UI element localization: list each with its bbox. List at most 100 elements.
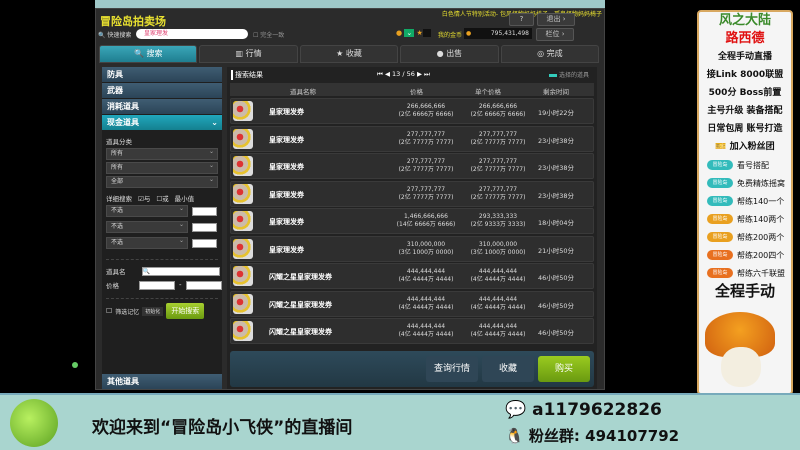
and-label: 与 — [143, 195, 151, 203]
category-consumable[interactable]: 消耗道具 — [102, 99, 222, 114]
tab-search[interactable]: 🔍 搜索 — [99, 45, 198, 63]
unit-price: 277,777,777 (2亿 7777万 7777) — [453, 186, 543, 202]
remaining-time: 18小时04分 — [537, 219, 575, 227]
perk-item: 冒险岛 帮练200四个 — [699, 246, 791, 264]
detail-select-2[interactable]: 不选 — [106, 220, 188, 233]
tab-market[interactable]: ▥ 行情 — [199, 45, 298, 63]
filter-select-3[interactable]: 全部 — [106, 175, 218, 188]
perk-item: 冒险岛 帮练140两个 — [699, 210, 791, 228]
prev-page-button[interactable]: ◀ — [385, 70, 390, 78]
perk-tag: 冒险岛 — [707, 214, 733, 224]
item-name: 闪耀之星皇家理发券 — [269, 328, 332, 336]
buy-button[interactable]: 购买 — [538, 356, 590, 382]
auction-window: 冒险岛拍卖场 白色情人节特别活动- 包风怪物妈妈椅子，孤鬼怪物妈妈椅子 ? 退出… — [95, 8, 605, 390]
memory-checkbox[interactable]: ☐ — [106, 307, 112, 315]
tab-sell[interactable]: ● 出售 — [400, 45, 499, 63]
category-armor[interactable]: 防具 — [102, 67, 222, 82]
legend-swatch — [549, 74, 558, 77]
table-row[interactable]: 皇家理发券 1,466,666,666 (14亿 6666万 6666) 293,… — [230, 208, 594, 234]
quick-search-input[interactable]: 皇家理发 — [136, 29, 248, 39]
table-row[interactable]: 闪耀之星皇家理发券 444,444,444 (4亿 4444万 4444) 444… — [230, 290, 594, 317]
tab-label: 收藏 — [345, 49, 362, 58]
category-cash[interactable]: 现金道具 ⌄ — [102, 115, 222, 130]
tab-complete[interactable]: ◎ 完成 — [500, 45, 600, 63]
perk-text: 帮练140一个 — [737, 196, 785, 206]
price-label: 价格 — [106, 282, 119, 290]
or-label: 或 — [162, 195, 169, 203]
panel-title-1: 风之大陆 — [718, 13, 771, 28]
slot-button[interactable]: 栏位 › — [536, 28, 574, 41]
category-other[interactable]: 其他道具 — [102, 374, 222, 389]
stream-banner: 欢迎来到“冒险岛小飞侠”的直播间 💬 a1179622826 🐧 粉丝群: 49… — [0, 393, 800, 450]
min-input-3[interactable] — [192, 238, 217, 248]
join-fan-club: 🎫 加入粉丝团 — [715, 142, 775, 152]
table-row[interactable]: 皇家理发券 277,777,777 (2亿 7777万 7777) 277,777… — [230, 180, 594, 207]
table-row[interactable]: 闪耀之星皇家理发券 444,444,444 (4亿 4444万 4444) 444… — [230, 318, 594, 344]
tab-bar: 🔍 搜索 ▥ 行情 ★ 收藏 ● 出售 ◎ 完成 — [99, 45, 600, 63]
and-checkbox[interactable]: ☑与 — [138, 193, 150, 203]
header-unit-price[interactable]: 单个价格 — [475, 86, 501, 96]
unit-cn: (4亿 4444万 4444) — [470, 303, 526, 311]
perk-tag: 冒险岛 — [707, 196, 733, 206]
next-page-button[interactable]: ▶ — [417, 70, 422, 78]
perk-item: 冒险岛 帮练200两个 — [699, 228, 791, 246]
table-row[interactable]: 皇家理发券 266,666,666 (2亿 6666万 6666) 266,666… — [230, 98, 594, 124]
start-search-button[interactable]: 开始搜索 — [166, 303, 205, 319]
wechat-icon: 💬 — [505, 400, 527, 420]
favorite-button[interactable]: 收藏 — [482, 356, 534, 382]
perk-item: 冒险岛 看号搭配 — [699, 156, 791, 174]
detail-label: 详细搜索 — [106, 195, 132, 203]
qq-text: 粉丝群: 494107792 — [528, 427, 680, 445]
item-name: 闪耀之星皇家理发券 — [269, 273, 332, 281]
unit-cn: (2亿 7777万 7777) — [470, 166, 526, 173]
table-row[interactable]: 皇家理发券 277,777,777 (2亿 7777万 7777) 277,777… — [230, 125, 594, 152]
header-price[interactable]: 价格 — [410, 86, 423, 96]
stream-info-panel: 风之大陆 路西德 全程手动直播 接Link 8000联盟 500分 Boss前置 主号… — [697, 10, 793, 395]
qq-group: 🐧 粉丝群: 494107792 — [505, 425, 679, 446]
help-button[interactable]: ? — [509, 13, 534, 26]
item-icon — [233, 266, 253, 286]
table-row[interactable]: 皇家理发券 310,000,000 (3亿 1000万 0000) 310,000… — [230, 235, 594, 262]
filter-label: 道具分类 — [106, 138, 132, 146]
unit-price: 266,666,666 (2亿 6666万 6666) — [453, 103, 543, 119]
filter-select-1[interactable]: 所有 — [106, 147, 218, 160]
perk-tag: 冒险岛 — [707, 268, 733, 278]
exit-button[interactable]: 退出 › — [537, 13, 575, 26]
perk-text: 帮练六千联盟 — [737, 268, 785, 278]
init-button[interactable]: 初始化 — [142, 306, 164, 316]
category-label: 现金道具 — [107, 118, 139, 127]
price-max-input[interactable] — [185, 280, 222, 290]
name-label: 道具名 — [106, 268, 126, 276]
tab-favorites[interactable]: ★ 收藏 — [299, 45, 399, 63]
indicator-dot — [72, 362, 78, 368]
tab-label: 出售 — [446, 49, 463, 58]
page-indicator: 13 / 56 — [392, 70, 415, 78]
perk-tag: 冒险岛 — [707, 250, 733, 260]
table-row[interactable]: 闪耀之星皇家理发券 444,444,444 (4亿 4444万 4444) 444… — [230, 263, 594, 289]
perk-text: 免费精炼摇窝 — [737, 178, 785, 188]
item-name: 皇家理发券 — [269, 108, 304, 116]
perk-tag: 冒险岛 — [707, 160, 733, 170]
min-input-2[interactable] — [192, 222, 217, 232]
unit-price: 277,777,777 (2亿 7777万 7777) — [453, 158, 543, 174]
unit-cn: (3亿 1000万 0000) — [470, 248, 526, 256]
or-checkbox[interactable]: ☐或 — [156, 193, 168, 203]
min-input-1[interactable] — [192, 206, 217, 216]
first-page-button[interactable]: ⏮ — [377, 70, 383, 78]
detail-select-3[interactable]: 不选 — [106, 236, 188, 249]
perk-item: 冒险岛 免费精炼摇窝 — [699, 174, 791, 192]
header-time[interactable]: 剩余时间 — [543, 86, 569, 96]
market-button[interactable]: 查询行情 — [426, 356, 478, 382]
detail-select-1[interactable]: 不选 — [106, 204, 188, 217]
category-weapon[interactable]: 武器 — [102, 83, 222, 98]
exact-match-checkbox[interactable]: ☐ 完全一致 — [253, 30, 284, 39]
legend-label: 选择的道具 — [558, 72, 589, 79]
top-strip — [95, 0, 605, 8]
table-row[interactable]: 皇家理发券 277,777,777 (2亿 7777万 7777) 277,777… — [230, 153, 594, 179]
filter-select-2[interactable]: 所有 — [106, 161, 218, 174]
price-min-input[interactable] — [139, 280, 175, 290]
item-name-input[interactable]: 🔍 — [141, 266, 220, 276]
last-page-button[interactable]: ⏭ — [424, 70, 430, 78]
header-name[interactable]: 道具名称 — [290, 86, 316, 96]
detail-header: 详细搜索 ☑与 ☐或 最小值 — [102, 193, 222, 203]
